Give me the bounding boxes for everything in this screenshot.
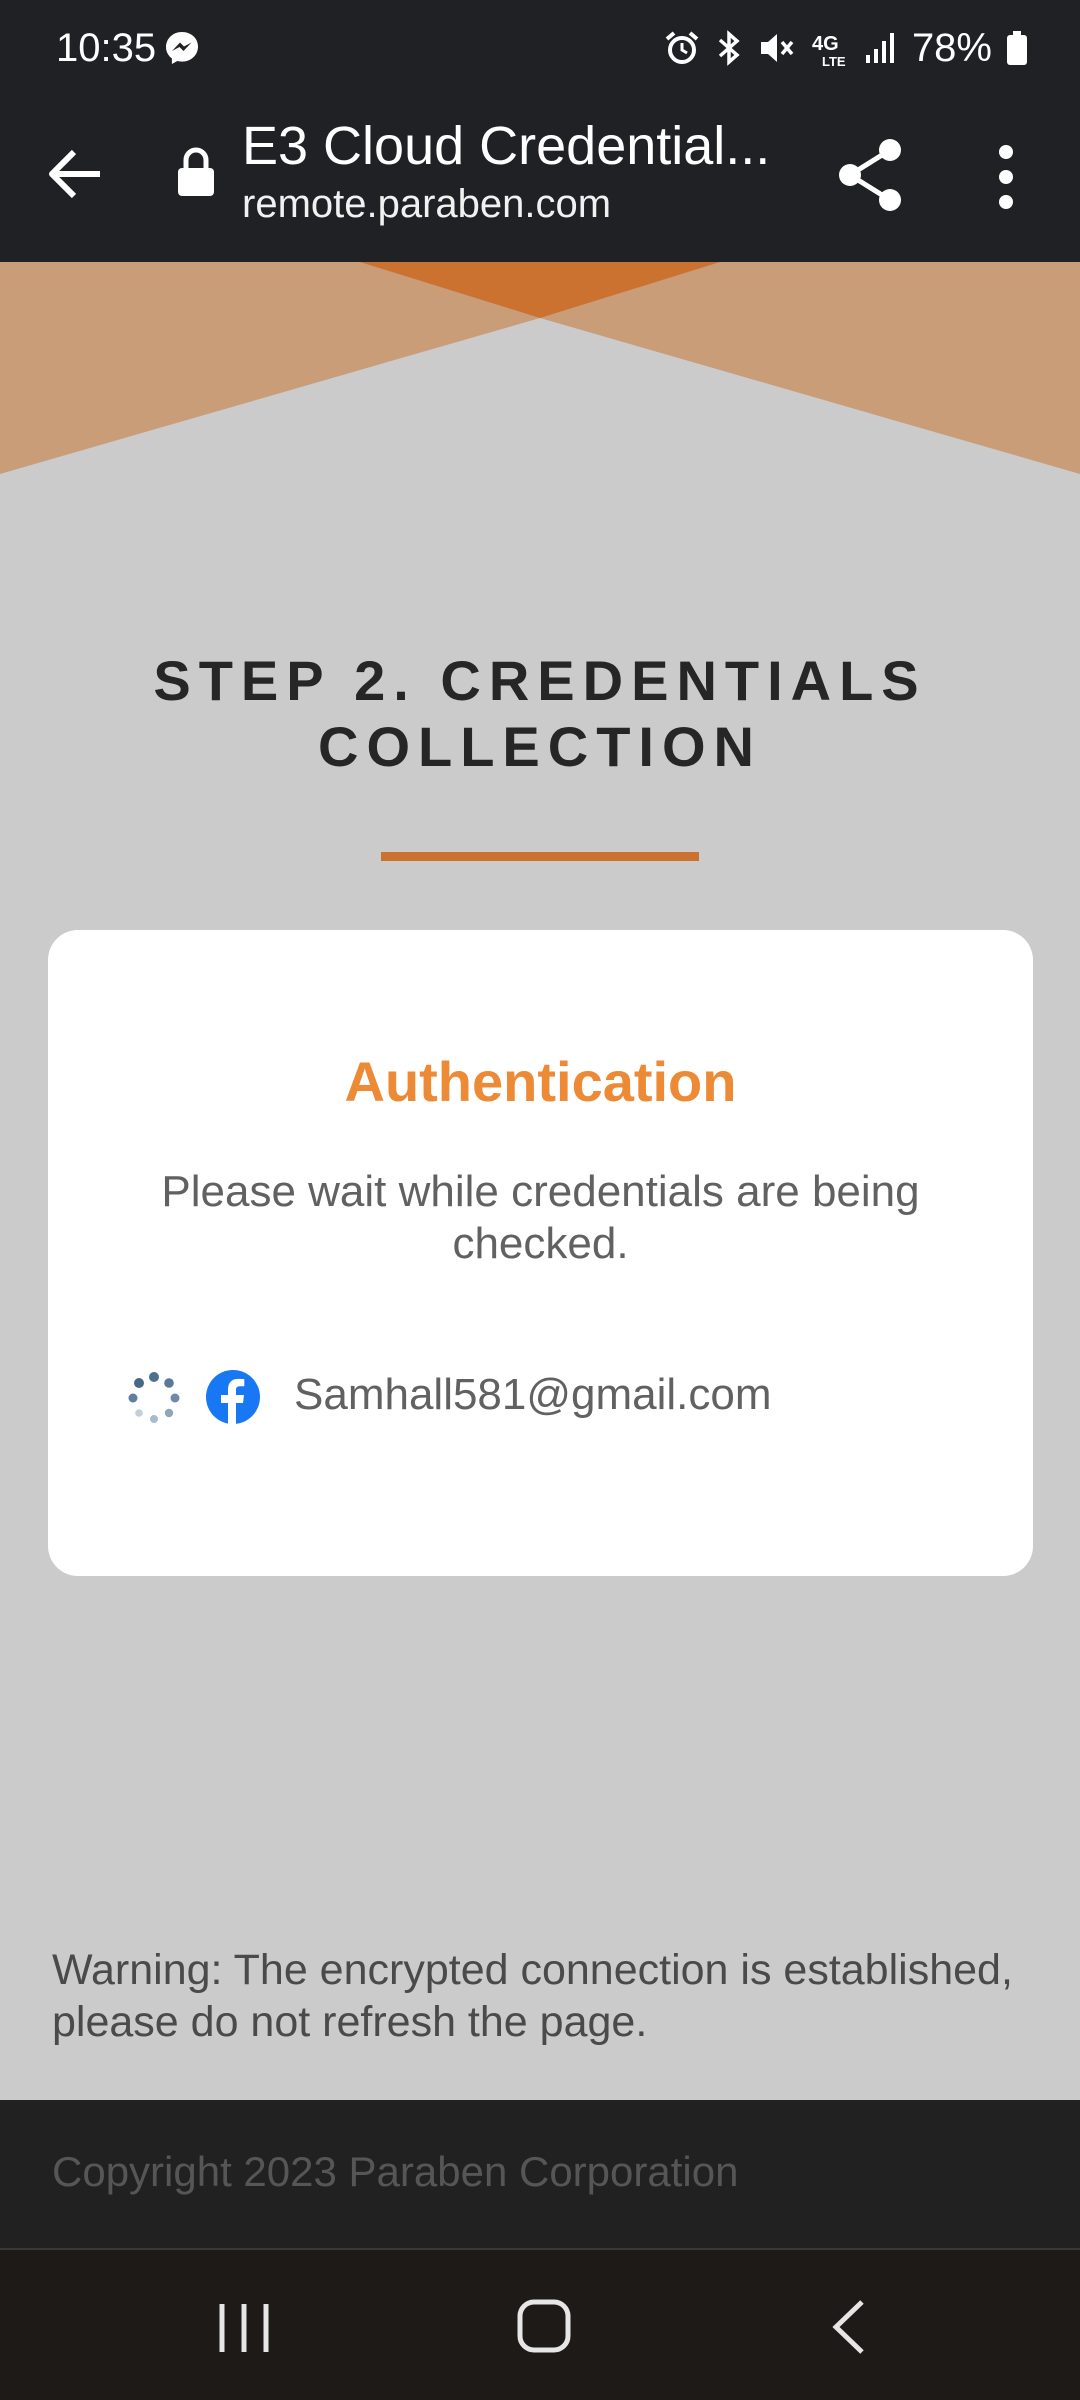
signal-icon	[864, 31, 898, 65]
alarm-icon	[664, 30, 700, 66]
more-vert-icon[interactable]	[980, 136, 1032, 218]
auth-title: Authentication	[344, 1050, 737, 1113]
auth-message: Please wait while credentials are being …	[161, 1167, 920, 1268]
title-divider	[381, 852, 699, 861]
status-bar: 10:35 4G LTE 78%	[0, 0, 1080, 96]
step-title-line-1: STEP 2. CREDENTIALS	[153, 649, 927, 712]
svg-text:LTE: LTE	[822, 54, 846, 68]
system-nav-bar	[0, 2248, 1080, 2400]
lock-icon[interactable]	[176, 146, 216, 198]
page-title[interactable]: E3 Cloud Credential...	[242, 114, 782, 178]
battery-percent: 78%	[911, 26, 992, 70]
status-icons: 4G LTE 78%	[664, 22, 1028, 74]
warning-message: Warning: The encrypted connection is est…	[52, 1946, 1013, 2046]
step-title-line-2: COLLECTION	[318, 715, 762, 778]
messenger-icon	[164, 30, 200, 66]
loading-spinner-icon	[126, 1370, 182, 1426]
status-time: 10:35	[56, 26, 157, 70]
account-email: Samhall581@gmail.com	[294, 1370, 772, 1419]
page-url[interactable]: remote.paraben.com	[242, 180, 611, 228]
hero-banner	[0, 262, 1080, 482]
back-icon[interactable]	[826, 2296, 872, 2358]
bluetooth-icon	[714, 29, 744, 67]
mute-icon	[758, 30, 796, 66]
battery-icon	[1006, 30, 1028, 66]
facebook-icon	[206, 1370, 260, 1424]
back-arrow-icon[interactable]	[40, 138, 112, 210]
4g-lte-icon: 4G LTE	[810, 28, 850, 68]
browser-toolbar: E3 Cloud Credential... remote.paraben.co…	[0, 96, 1080, 262]
footer: Copyright 2023 Paraben Corporation	[0, 2100, 1080, 2248]
home-icon[interactable]	[516, 2296, 572, 2356]
share-icon[interactable]	[832, 132, 908, 218]
svg-text:4G: 4G	[812, 33, 839, 55]
copyright-text: Copyright 2023 Paraben Corporation	[52, 2148, 739, 2195]
recents-icon[interactable]	[214, 2300, 274, 2356]
authentication-card: Authentication Please wait while credent…	[48, 930, 1033, 1576]
step-title: STEP 2. CREDENTIALS COLLECTION	[0, 648, 1080, 780]
